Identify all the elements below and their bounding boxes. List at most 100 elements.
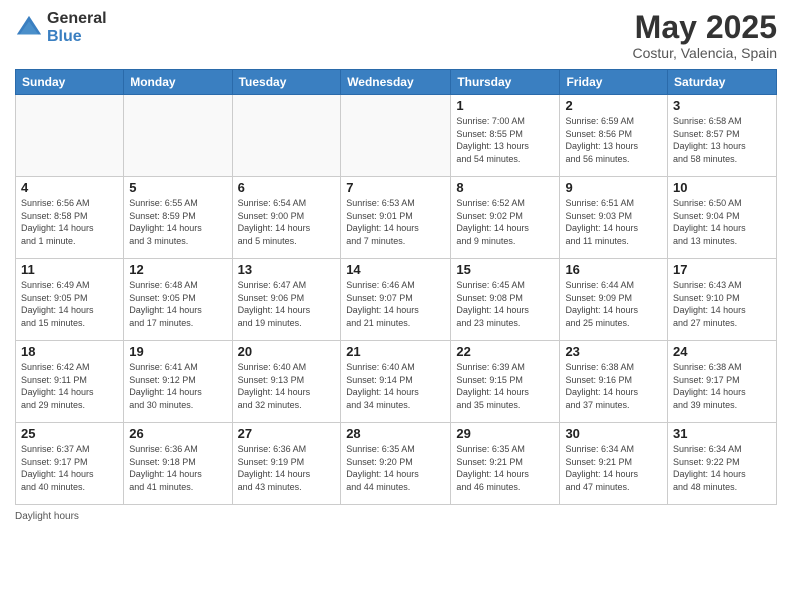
- main-title: May 2025: [633, 10, 778, 45]
- day-info-29: Sunrise: 6:35 AM Sunset: 9:21 PM Dayligh…: [456, 443, 554, 493]
- cell-w1-d3: [232, 95, 341, 177]
- week-row-1: 1 Sunrise: 7:00 AM Sunset: 8:55 PM Daylig…: [16, 95, 777, 177]
- day-info-9: Sunrise: 6:51 AM Sunset: 9:03 PM Dayligh…: [565, 197, 662, 247]
- day-number-14: 14: [346, 262, 445, 277]
- day-number-23: 23: [565, 344, 662, 359]
- cell-w2-d2: 5 Sunrise: 6:55 AM Sunset: 8:59 PM Daylig…: [124, 177, 232, 259]
- cell-w3-d1: 11 Sunrise: 6:49 AM Sunset: 9:05 PM Dayli…: [16, 259, 124, 341]
- day-info-17: Sunrise: 6:43 AM Sunset: 9:10 PM Dayligh…: [673, 279, 771, 329]
- header: General Blue May 2025 Costur, Valencia, …: [15, 10, 777, 61]
- title-area: May 2025 Costur, Valencia, Spain: [633, 10, 778, 61]
- cell-w1-d1: [16, 95, 124, 177]
- day-info-2: Sunrise: 6:59 AM Sunset: 8:56 PM Dayligh…: [565, 115, 662, 165]
- cell-w5-d3: 27 Sunrise: 6:36 AM Sunset: 9:19 PM Dayli…: [232, 423, 341, 505]
- day-number-24: 24: [673, 344, 771, 359]
- cell-w2-d5: 8 Sunrise: 6:52 AM Sunset: 9:02 PM Daylig…: [451, 177, 560, 259]
- day-number-8: 8: [456, 180, 554, 195]
- day-info-21: Sunrise: 6:40 AM Sunset: 9:14 PM Dayligh…: [346, 361, 445, 411]
- header-thursday: Thursday: [451, 70, 560, 95]
- day-info-14: Sunrise: 6:46 AM Sunset: 9:07 PM Dayligh…: [346, 279, 445, 329]
- cell-w1-d2: [124, 95, 232, 177]
- header-sunday: Sunday: [16, 70, 124, 95]
- week-row-4: 18Sunrise: 6:42 AM Sunset: 9:11 PM Dayli…: [16, 341, 777, 423]
- day-info-19: Sunrise: 6:41 AM Sunset: 9:12 PM Dayligh…: [129, 361, 226, 411]
- day-info-16: Sunrise: 6:44 AM Sunset: 9:09 PM Dayligh…: [565, 279, 662, 329]
- day-info-4: Sunrise: 6:56 AM Sunset: 8:58 PM Dayligh…: [21, 197, 118, 247]
- cell-w1-d7: 3 Sunrise: 6:58 AM Sunset: 8:57 PM Daylig…: [668, 95, 777, 177]
- day-number-10: 10: [673, 180, 771, 195]
- day-number-13: 13: [238, 262, 336, 277]
- day-info-10: Sunrise: 6:50 AM Sunset: 9:04 PM Dayligh…: [673, 197, 771, 247]
- cell-w2-d6: 9Sunrise: 6:51 AM Sunset: 9:03 PM Daylig…: [560, 177, 668, 259]
- day-number-31: 31: [673, 426, 771, 441]
- day-number-20: 20: [238, 344, 336, 359]
- day-info-20: Sunrise: 6:40 AM Sunset: 9:13 PM Dayligh…: [238, 361, 336, 411]
- cell-w3-d6: 16 Sunrise: 6:44 AM Sunset: 9:09 PM Dayli…: [560, 259, 668, 341]
- day-info-28: Sunrise: 6:35 AM Sunset: 9:20 PM Dayligh…: [346, 443, 445, 493]
- day-info-23: Sunrise: 6:38 AM Sunset: 9:16 PM Dayligh…: [565, 361, 662, 411]
- footer-daylight-hours: Daylight hours: [15, 511, 79, 522]
- day-number-2: 2: [565, 98, 662, 113]
- cell-w3-d3: 13 Sunrise: 6:47 AM Sunset: 9:06 PM Dayli…: [232, 259, 341, 341]
- header-friday: Friday: [560, 70, 668, 95]
- cell-w1-d5: 1 Sunrise: 7:00 AM Sunset: 8:55 PM Daylig…: [451, 95, 560, 177]
- week-row-5: 25 Sunrise: 6:37 AM Sunset: 9:17 PM Dayli…: [16, 423, 777, 505]
- calendar-table: Sunday Monday Tuesday Wednesday Thursday…: [15, 69, 777, 505]
- day-info-3: Sunrise: 6:58 AM Sunset: 8:57 PM Dayligh…: [673, 115, 771, 165]
- day-info-11: Sunrise: 6:49 AM Sunset: 9:05 PM Dayligh…: [21, 279, 118, 329]
- day-number-21: 21: [346, 344, 445, 359]
- cell-w3-d2: 12Sunrise: 6:48 AM Sunset: 9:05 PM Dayli…: [124, 259, 232, 341]
- day-number-6: 6: [238, 180, 336, 195]
- day-number-17: 17: [673, 262, 771, 277]
- cell-w5-d2: 26 Sunrise: 6:36 AM Sunset: 9:18 PM Dayli…: [124, 423, 232, 505]
- subtitle: Costur, Valencia, Spain: [633, 45, 778, 61]
- week-row-3: 11 Sunrise: 6:49 AM Sunset: 9:05 PM Dayli…: [16, 259, 777, 341]
- day-number-26: 26: [129, 426, 226, 441]
- day-number-1: 1: [456, 98, 554, 113]
- header-monday: Monday: [124, 70, 232, 95]
- day-info-1: Sunrise: 7:00 AM Sunset: 8:55 PM Dayligh…: [456, 115, 554, 165]
- cell-w4-d2: 19Sunrise: 6:41 AM Sunset: 9:12 PM Dayli…: [124, 341, 232, 423]
- cell-w4-d6: 23 Sunrise: 6:38 AM Sunset: 9:16 PM Dayli…: [560, 341, 668, 423]
- day-info-18: Sunrise: 6:42 AM Sunset: 9:11 PM Dayligh…: [21, 361, 118, 411]
- day-number-27: 27: [238, 426, 336, 441]
- week-row-2: 4 Sunrise: 6:56 AM Sunset: 8:58 PM Daylig…: [16, 177, 777, 259]
- day-info-8: Sunrise: 6:52 AM Sunset: 9:02 PM Dayligh…: [456, 197, 554, 247]
- day-number-11: 11: [21, 262, 118, 277]
- cell-w2-d3: 6 Sunrise: 6:54 AM Sunset: 9:00 PM Daylig…: [232, 177, 341, 259]
- cell-w4-d4: 21 Sunrise: 6:40 AM Sunset: 9:14 PM Dayli…: [341, 341, 451, 423]
- page: General Blue May 2025 Costur, Valencia, …: [0, 0, 792, 612]
- cell-w5-d7: 31Sunrise: 6:34 AM Sunset: 9:22 PM Dayli…: [668, 423, 777, 505]
- logo: General Blue: [15, 10, 107, 45]
- day-number-4: 4: [21, 180, 118, 195]
- header-wednesday: Wednesday: [341, 70, 451, 95]
- cell-w5-d5: 29 Sunrise: 6:35 AM Sunset: 9:21 PM Dayli…: [451, 423, 560, 505]
- day-info-26: Sunrise: 6:36 AM Sunset: 9:18 PM Dayligh…: [129, 443, 226, 493]
- day-number-30: 30: [565, 426, 662, 441]
- cell-w5-d4: 28 Sunrise: 6:35 AM Sunset: 9:20 PM Dayli…: [341, 423, 451, 505]
- day-info-12: Sunrise: 6:48 AM Sunset: 9:05 PM Dayligh…: [129, 279, 226, 329]
- day-info-15: Sunrise: 6:45 AM Sunset: 9:08 PM Dayligh…: [456, 279, 554, 329]
- cell-w2-d4: 7Sunrise: 6:53 AM Sunset: 9:01 PM Daylig…: [341, 177, 451, 259]
- cell-w5-d1: 25 Sunrise: 6:37 AM Sunset: 9:17 PM Dayli…: [16, 423, 124, 505]
- cell-w2-d1: 4 Sunrise: 6:56 AM Sunset: 8:58 PM Daylig…: [16, 177, 124, 259]
- day-number-28: 28: [346, 426, 445, 441]
- day-info-6: Sunrise: 6:54 AM Sunset: 9:00 PM Dayligh…: [238, 197, 336, 247]
- day-info-13: Sunrise: 6:47 AM Sunset: 9:06 PM Dayligh…: [238, 279, 336, 329]
- cell-w1-d4: [341, 95, 451, 177]
- cell-w5-d6: 30Sunrise: 6:34 AM Sunset: 9:21 PM Dayli…: [560, 423, 668, 505]
- day-number-3: 3: [673, 98, 771, 113]
- cell-w4-d7: 24Sunrise: 6:38 AM Sunset: 9:17 PM Dayli…: [668, 341, 777, 423]
- cell-w2-d7: 10 Sunrise: 6:50 AM Sunset: 9:04 PM Dayli…: [668, 177, 777, 259]
- calendar-header-row: Sunday Monday Tuesday Wednesday Thursday…: [16, 70, 777, 95]
- day-number-25: 25: [21, 426, 118, 441]
- day-info-27: Sunrise: 6:36 AM Sunset: 9:19 PM Dayligh…: [238, 443, 336, 493]
- day-number-16: 16: [565, 262, 662, 277]
- day-number-5: 5: [129, 180, 226, 195]
- day-number-29: 29: [456, 426, 554, 441]
- header-tuesday: Tuesday: [232, 70, 341, 95]
- day-info-25: Sunrise: 6:37 AM Sunset: 9:17 PM Dayligh…: [21, 443, 118, 493]
- cell-w3-d5: 15Sunrise: 6:45 AM Sunset: 9:08 PM Dayli…: [451, 259, 560, 341]
- footer: Daylight hours: [15, 511, 777, 522]
- day-info-5: Sunrise: 6:55 AM Sunset: 8:59 PM Dayligh…: [129, 197, 226, 247]
